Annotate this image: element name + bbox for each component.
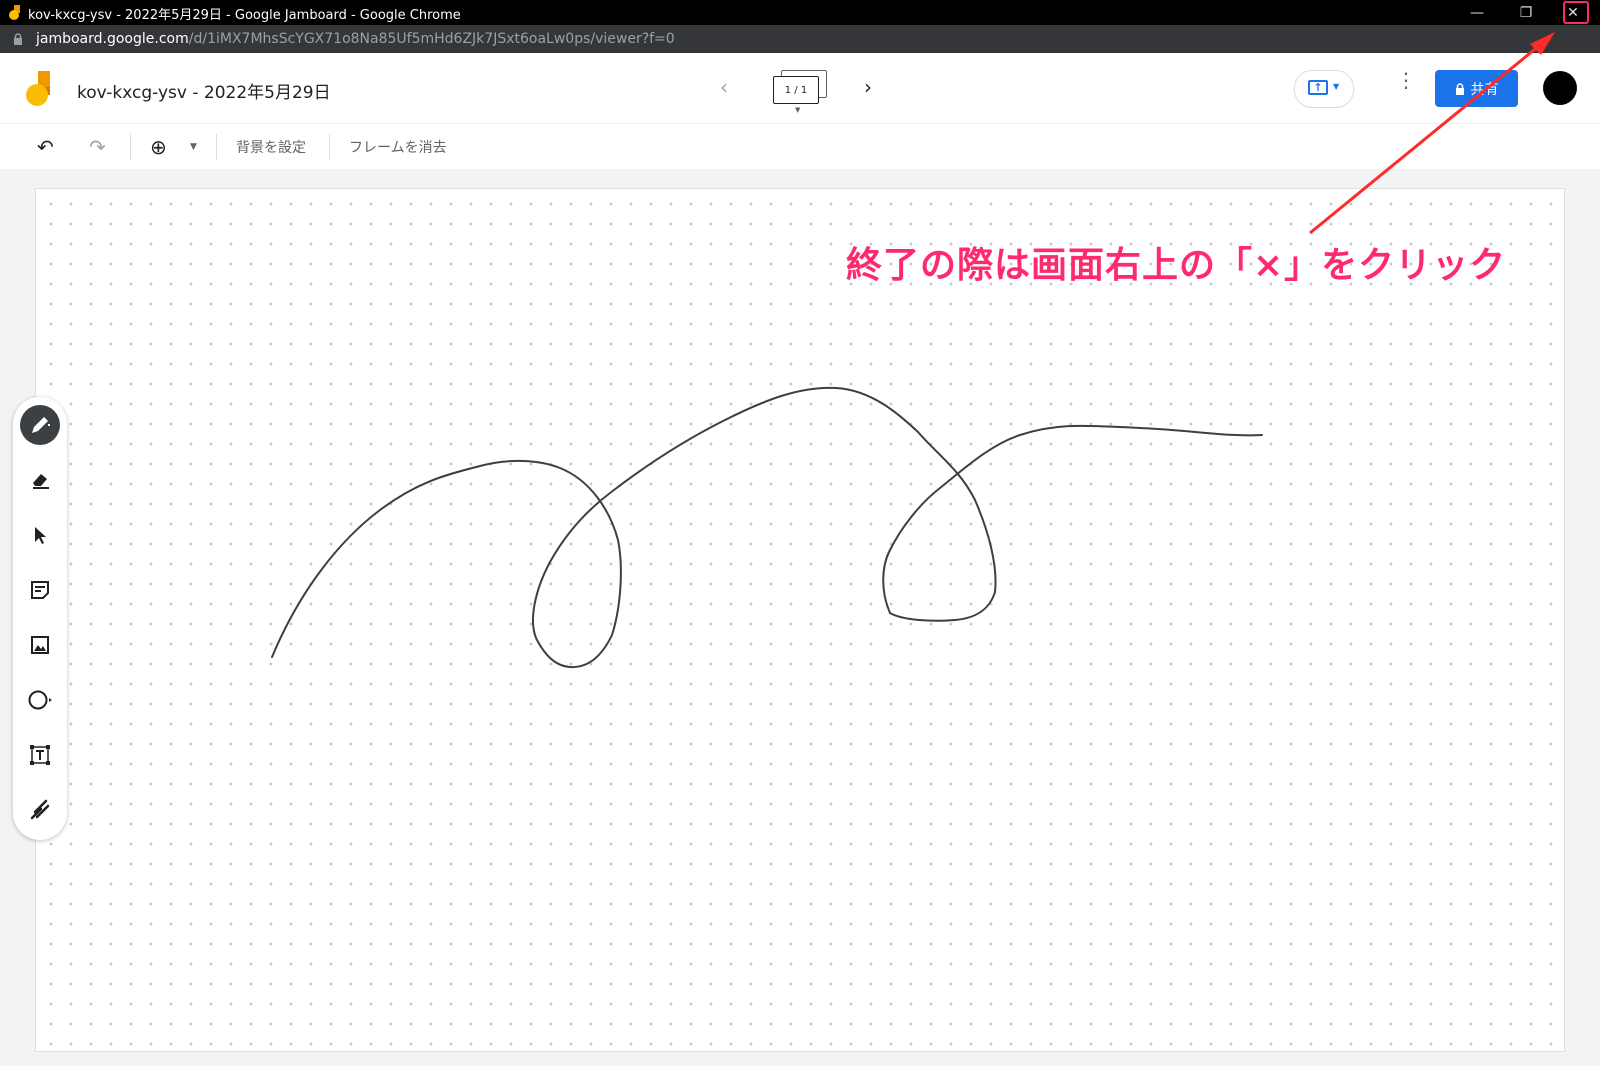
toolbar-divider (216, 134, 217, 160)
image-tool[interactable] (20, 625, 60, 665)
text-box-tool[interactable] (20, 735, 60, 775)
undo-button[interactable]: ↶ (37, 135, 54, 159)
sticky-note-tool[interactable] (20, 570, 60, 610)
lock-icon (14, 33, 22, 45)
url-path: /d/1iMX7MhsScYGX71o8Na85Uf5mHd6ZJk7JSxt6… (188, 31, 675, 47)
select-tool[interactable] (20, 515, 60, 555)
present-button[interactable]: ↑ ▼ (1294, 70, 1354, 108)
laser-icon (30, 799, 50, 820)
edit-toolbar: ↶ ↷ ⊕ ▼ 背景を設定 フレームを消去 (0, 124, 1600, 169)
jamboard-logo-icon (26, 71, 50, 106)
jamboard-favicon-icon (9, 5, 20, 20)
browser-title-bar: kov-kxcg-ysv - 2022年5月29日 - Google Jambo… (0, 0, 1600, 25)
frame-indicator[interactable]: 1 / 1 ▼ (773, 70, 827, 114)
app-header: kov-kxcg-ysv - 2022年5月29日 ‹ 1 / 1 ▼ › ↑ … (0, 53, 1600, 124)
zoom-button[interactable]: ⊕ (150, 135, 167, 159)
circle-icon (28, 690, 52, 710)
url-host: jamboard.google.com (36, 31, 189, 47)
url-text[interactable]: jamboard.google.com/d/1iMX7MhsScYGX71o8N… (36, 31, 675, 47)
address-bar[interactable]: jamboard.google.com/d/1iMX7MhsScYGX71o8N… (0, 25, 1600, 53)
annotation-text: 終了の際は画面右上の「×」をクリック (846, 245, 1507, 286)
text-box-icon (30, 745, 50, 765)
toolbar-divider (329, 134, 330, 160)
close-window-button[interactable]: ✕ (1553, 0, 1593, 25)
next-frame-button[interactable]: › (864, 75, 872, 99)
document-title[interactable]: kov-kxcg-ysv - 2022年5月29日 (77, 78, 331, 103)
previous-frame-button[interactable]: ‹ (720, 75, 728, 99)
minimize-button[interactable]: — (1454, 0, 1500, 25)
close-button-highlight (1563, 1, 1589, 24)
pen-tool[interactable] (20, 405, 60, 445)
share-button[interactable]: 共有 (1435, 70, 1518, 107)
sticky-note-icon (31, 581, 49, 599)
eraser-icon (33, 474, 49, 489)
lock-icon (1455, 82, 1464, 95)
present-icon: ↑ (1308, 80, 1328, 95)
tool-rail (13, 397, 67, 840)
share-label: 共有 (1470, 81, 1499, 98)
laser-tool[interactable] (20, 790, 60, 830)
clear-frame-button[interactable]: フレームを消去 (349, 137, 447, 157)
chevron-down-icon: ▼ (1333, 82, 1340, 91)
image-icon (31, 636, 49, 654)
shape-tool[interactable] (20, 680, 60, 720)
restore-button[interactable]: ❐ (1503, 0, 1549, 25)
whiteboard-canvas[interactable] (35, 188, 1565, 1052)
redo-button[interactable]: ↷ (89, 135, 106, 159)
eraser-tool[interactable] (20, 460, 60, 500)
pen-icon (32, 417, 50, 433)
frame-counter: 1 / 1 (773, 76, 819, 104)
chevron-down-icon: ▼ (795, 106, 801, 114)
avatar[interactable] (1543, 71, 1577, 105)
set-background-button[interactable]: 背景を設定 (236, 137, 306, 157)
window-title: kov-kxcg-ysv - 2022年5月29日 - Google Jambo… (28, 8, 461, 23)
chevron-down-icon[interactable]: ▼ (190, 142, 197, 152)
more-options-button[interactable]: ⋮ (1396, 70, 1416, 90)
select-arrow-icon (35, 527, 46, 544)
toolbar-divider (130, 134, 131, 160)
